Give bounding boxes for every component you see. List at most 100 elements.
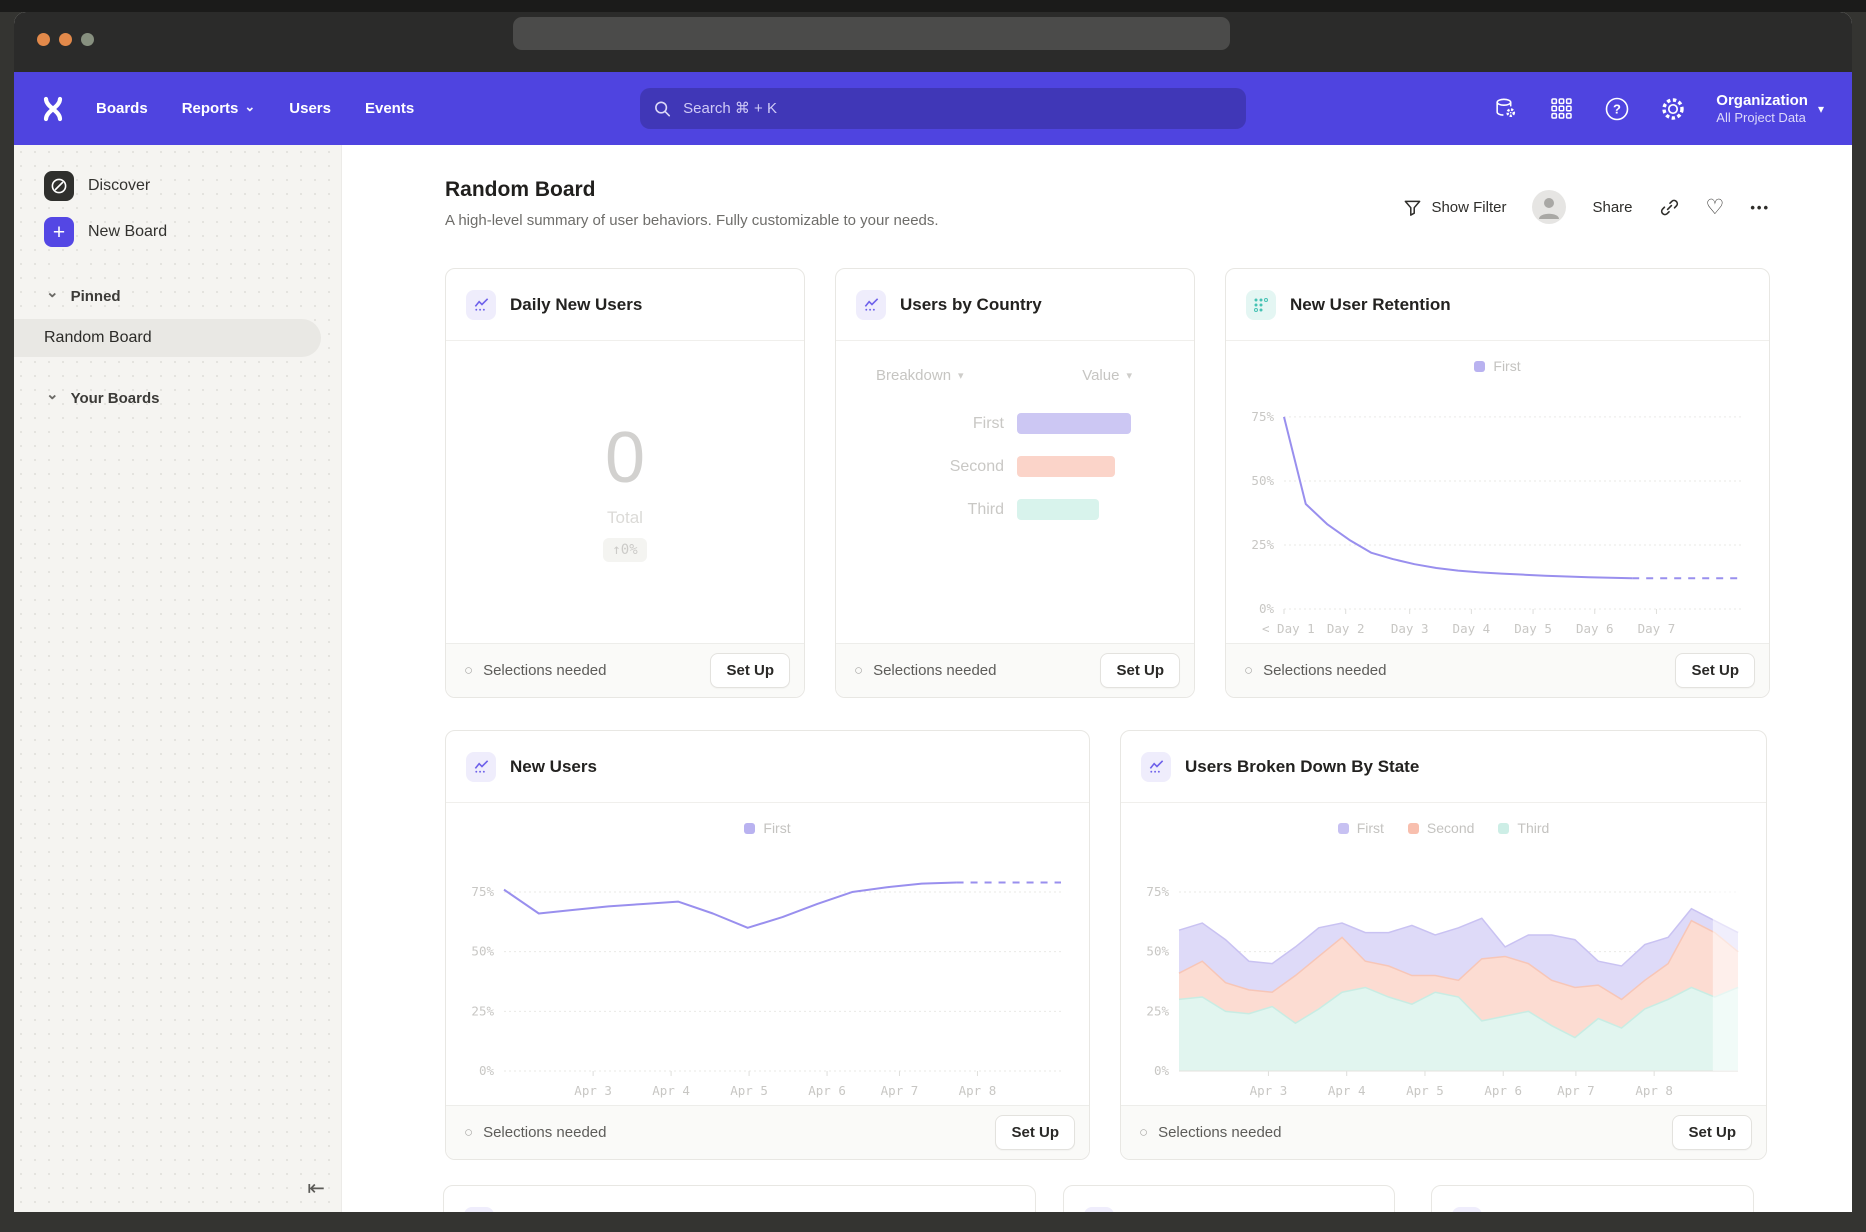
line-chart-icon <box>1452 1207 1482 1212</box>
page-subtitle: A high-level summary of user behaviors. … <box>445 212 939 229</box>
show-filter-label: Show Filter <box>1431 199 1506 216</box>
svg-text:50%: 50% <box>1251 473 1274 488</box>
avatar[interactable] <box>1532 190 1566 224</box>
svg-text:Apr 8: Apr 8 <box>1635 1083 1673 1098</box>
board-main: Random Board A high-level summary of use… <box>342 145 1852 1212</box>
share-button[interactable]: Share <box>1592 199 1632 216</box>
set-up-button[interactable]: Set Up <box>710 653 790 688</box>
board-actions: Show Filter Share <box>1403 190 1770 224</box>
svg-text:0%: 0% <box>1154 1063 1170 1078</box>
svg-text:?: ? <box>1613 101 1621 116</box>
svg-text:Apr 3: Apr 3 <box>574 1083 612 1098</box>
browser-titlebar <box>14 12 1852 72</box>
sidebar-section-label: Your Boards <box>71 390 160 407</box>
legend-entry: Second <box>1408 820 1474 836</box>
caret-down-icon: ▾ <box>1126 369 1132 382</box>
svg-text:25%: 25% <box>1146 1003 1169 1018</box>
mixpanel-logo-icon[interactable] <box>40 96 66 122</box>
svg-text:50%: 50% <box>1146 944 1169 959</box>
set-up-button[interactable]: Set Up <box>1100 653 1180 688</box>
line-chart-icon <box>466 752 496 782</box>
org-project-switcher[interactable]: Organization All Project Data ▾ <box>1716 91 1824 126</box>
legend-entry: First <box>1474 358 1520 374</box>
apps-grid-icon[interactable] <box>1548 96 1574 122</box>
breakdown-dropdown[interactable]: Breakdown ▾ <box>876 367 964 384</box>
sidebar-collapse-button[interactable]: ⇤ <box>307 1176 325 1200</box>
share-label: Share <box>1592 199 1632 216</box>
url-bar[interactable] <box>513 17 1230 50</box>
nav-item-boards[interactable]: Boards <box>96 100 148 117</box>
svg-text:0%: 0% <box>1259 601 1275 616</box>
zoom-window-button[interactable] <box>81 33 94 46</box>
sidebar-section-pinned[interactable]: ⌄ Pinned <box>14 279 341 313</box>
sidebar-section-your-boards[interactable]: ⌄ Your Boards <box>14 381 341 415</box>
card-title: New Users <box>510 757 597 777</box>
set-up-button[interactable]: Set Up <box>1672 1115 1752 1150</box>
sidebar-item-label: New Board <box>88 223 167 241</box>
nav-item-label: Users <box>289 100 331 117</box>
sidebar-section-label: Pinned <box>71 288 121 305</box>
card-insights-report: Insights Report <box>1063 1185 1395 1212</box>
legend-entry: Third <box>1498 820 1549 836</box>
svg-text:< Day 1: < Day 1 <box>1262 621 1315 636</box>
minimize-window-button[interactable] <box>59 33 72 46</box>
card-title: Users Broken Down By State <box>1185 757 1419 777</box>
table-row: First <box>836 402 1194 445</box>
value-dropdown[interactable]: Value ▾ <box>1082 367 1132 384</box>
set-up-button[interactable]: Set Up <box>1675 653 1755 688</box>
nav-item-label: Reports <box>182 100 239 117</box>
data-management-icon[interactable] <box>1492 96 1518 122</box>
search-icon <box>654 100 671 118</box>
show-filter-button[interactable]: Show Filter <box>1403 198 1506 217</box>
nav-item-events[interactable]: Events <box>365 100 414 117</box>
nav-item-users[interactable]: Users <box>289 100 331 117</box>
sidebar-item-random-board[interactable]: Random Board <box>14 319 321 357</box>
sidebar-item-discover[interactable]: Discover <box>14 163 341 209</box>
compass-icon <box>44 171 74 201</box>
svg-text:Apr 4: Apr 4 <box>652 1083 690 1098</box>
card-new-user-retention: New User Retention First 0%25%50%75%< Da… <box>1225 268 1770 698</box>
chevron-down-icon: ⌄ <box>46 390 59 400</box>
settings-gear-icon[interactable] <box>1660 96 1686 122</box>
card-status: ○ Selections needed <box>464 662 607 679</box>
line-chart-icon <box>1141 752 1171 782</box>
search-input[interactable] <box>681 99 1232 118</box>
close-window-button[interactable] <box>37 33 50 46</box>
sidebar-item-new-board[interactable]: + New Board <box>14 209 341 255</box>
org-project: All Project Data <box>1716 110 1808 126</box>
svg-text:Apr 8: Apr 8 <box>959 1083 997 1098</box>
chart-legend: First <box>1226 341 1769 375</box>
card-title: Users by Country <box>900 295 1042 315</box>
svg-text:Apr 7: Apr 7 <box>1557 1083 1595 1098</box>
svg-text:75%: 75% <box>1251 409 1274 424</box>
new-users-line-chart: 0%25%50%75%Apr 3Apr 4Apr 5Apr 6Apr 7Apr … <box>446 853 1089 1105</box>
svg-text:Day 6: Day 6 <box>1576 621 1614 636</box>
nav-item-reports[interactable]: Reports ⌄ <box>182 100 256 117</box>
set-up-button[interactable]: Set Up <box>995 1115 1075 1150</box>
card-status: ○ Selections needed <box>1244 662 1387 679</box>
stacked-area-chart: 0%25%50%75%Apr 3Apr 4Apr 5Apr 6Apr 7Apr … <box>1121 853 1766 1105</box>
caret-down-icon: ▾ <box>958 369 964 382</box>
page-title: Random Board <box>445 178 939 202</box>
global-search[interactable] <box>640 88 1246 129</box>
svg-text:Day 3: Day 3 <box>1391 621 1429 636</box>
app-window: Boards Reports ⌄ Users Events <box>14 12 1852 1212</box>
svg-text:50%: 50% <box>471 944 494 959</box>
card-new-users: New Users First 0%25%50%75%Apr 3Apr 4Apr… <box>445 730 1090 1160</box>
table-row: Third <box>836 488 1194 531</box>
more-options-button[interactable]: ••• <box>1750 200 1770 215</box>
svg-text:Apr 6: Apr 6 <box>1484 1083 1522 1098</box>
value-bar <box>1017 456 1115 477</box>
legend-entry: First <box>744 820 790 836</box>
svg-text:Apr 3: Apr 3 <box>1250 1083 1288 1098</box>
caret-down-icon: ▾ <box>1818 102 1824 116</box>
status-circle-icon: ○ <box>1244 662 1253 679</box>
copy-link-button[interactable] <box>1659 197 1680 218</box>
line-chart-icon <box>1084 1207 1114 1212</box>
line-chart-icon <box>464 1207 494 1212</box>
svg-text:75%: 75% <box>1146 884 1169 899</box>
line-chart-icon <box>466 290 496 320</box>
favorite-heart-icon[interactable]: ♡ <box>1706 197 1725 218</box>
legend-entry: First <box>1338 820 1384 836</box>
help-icon[interactable]: ? <box>1604 96 1630 122</box>
